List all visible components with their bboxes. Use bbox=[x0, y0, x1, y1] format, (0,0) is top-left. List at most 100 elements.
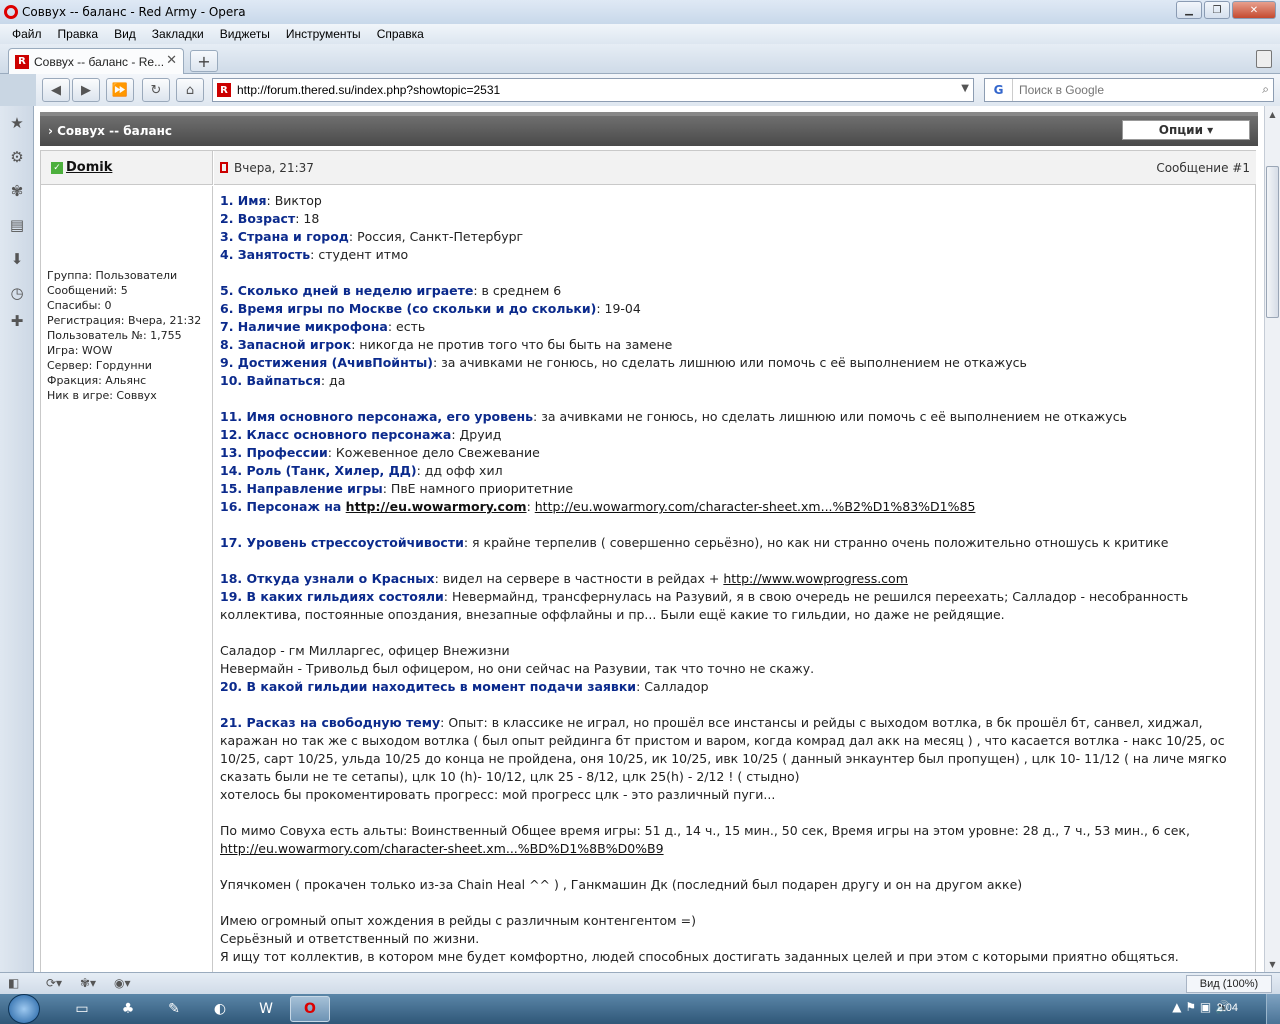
answer-line: 11. Имя основного персонажа, его уровень… bbox=[220, 409, 1127, 424]
search-input[interactable] bbox=[1019, 83, 1239, 97]
answer-line: 1. Имя: Виктор bbox=[220, 193, 322, 208]
unite-icon[interactable]: ✾ bbox=[8, 182, 26, 200]
zoom-control[interactable]: Вид (100%) bbox=[1186, 975, 1272, 993]
info-group: Группа: Пользователи bbox=[47, 269, 178, 282]
new-tab-button[interactable]: + bbox=[190, 50, 218, 72]
menu-file[interactable]: Файл bbox=[4, 27, 50, 41]
scroll-down-icon[interactable]: ▼ bbox=[1265, 956, 1280, 972]
menu-bookmarks[interactable]: Закладки bbox=[144, 27, 212, 41]
clock[interactable]: 2:04 bbox=[1217, 1002, 1238, 1014]
media-icon[interactable]: ◐ bbox=[200, 996, 240, 1022]
show-desktop-button[interactable] bbox=[1266, 994, 1280, 1024]
answer-line: 3. Страна и город: Россия, Санкт-Петербу… bbox=[220, 229, 524, 244]
search-icon[interactable]: ⌕ bbox=[1262, 82, 1269, 97]
app-icon[interactable]: ♣ bbox=[108, 996, 148, 1022]
side-panel: ★ ⚙ ✾ ▤ ⬇ ◷ ✚ bbox=[0, 106, 34, 972]
text-line: Невермайн - Тривольд был офицером, но он… bbox=[220, 661, 815, 676]
text-line: Саладор - гм Милларгес, офицер Внежизни bbox=[220, 643, 510, 658]
tool-icon[interactable]: ✎ bbox=[154, 996, 194, 1022]
menu-help[interactable]: Справка bbox=[369, 27, 432, 41]
answer-line: 18. Откуда узнали о Красных: видел на се… bbox=[220, 571, 908, 586]
start-button[interactable] bbox=[8, 994, 40, 1024]
status-bar: ◧ ⟳▾ ✾▾ ◉▾ Вид (100%) bbox=[0, 972, 1280, 994]
unite-status-icon[interactable]: ✾▾ bbox=[80, 976, 96, 990]
scroll-thumb[interactable] bbox=[1266, 166, 1279, 318]
character-sheet-link[interactable]: http://eu.wowarmory.com/character-sheet.… bbox=[535, 499, 976, 514]
answer-line: 14. Роль (Танк, Хилер, ДД): дд офф хил bbox=[220, 463, 503, 478]
address-url[interactable]: http://forum.thered.su/index.php?showtop… bbox=[237, 83, 500, 97]
answer-line: 15. Направление игры: ПвЕ намного приори… bbox=[220, 481, 574, 496]
trash-icon[interactable] bbox=[1256, 50, 1272, 68]
post-author-header: ✓ Domik bbox=[41, 151, 213, 185]
notes-icon[interactable]: ▤ bbox=[8, 216, 26, 234]
vertical-scrollbar[interactable]: ▲ ▼ bbox=[1264, 106, 1280, 972]
downloads-icon[interactable]: ⬇ bbox=[8, 250, 26, 268]
info-game: Игра: WOW bbox=[47, 344, 113, 357]
menu-view[interactable]: Вид bbox=[106, 27, 144, 41]
text-line: Имею огромный опыт хождения в рейды с ра… bbox=[220, 913, 696, 928]
answer-line: 19. В каких гильдиях состояли: Невермайн… bbox=[220, 589, 1189, 622]
forward-button[interactable]: ▶ bbox=[72, 78, 100, 102]
author-link[interactable]: Domik bbox=[66, 160, 112, 175]
search-box[interactable]: G ⌕ bbox=[984, 78, 1274, 102]
post-number[interactable]: Сообщение #1 bbox=[1156, 161, 1250, 175]
answer-line: 2. Возраст: 18 bbox=[220, 211, 320, 226]
menu-tools[interactable]: Инструменты bbox=[278, 27, 369, 41]
alt-character-link[interactable]: http://eu.wowarmory.com/character-sheet.… bbox=[220, 841, 664, 856]
armory-link[interactable]: http://eu.wowarmory.com bbox=[346, 499, 527, 514]
minimize-button[interactable]: ▁ bbox=[1176, 1, 1202, 19]
info-registered: Регистрация: Вчера, 21:32 bbox=[47, 314, 202, 327]
text-line: По мимо Совуха есть альты: Воинственный … bbox=[220, 823, 1190, 856]
text-line: Я ищу тот коллектив, в котором мне будет… bbox=[220, 949, 1179, 964]
back-button[interactable]: ◀ bbox=[42, 78, 70, 102]
bookmarks-icon[interactable]: ★ bbox=[8, 114, 26, 132]
answer-line: 16. Персонаж на http://eu.wowarmory.com:… bbox=[220, 499, 976, 514]
menu-bar: Файл Правка Вид Закладки Виджеты Инструм… bbox=[0, 24, 1280, 44]
panel-toggle-icon[interactable]: ◧ bbox=[8, 976, 19, 990]
text-line: Упячкомен ( прокачен только из-за Chain … bbox=[220, 877, 1023, 892]
turbo-icon[interactable]: ◉▾ bbox=[114, 976, 131, 990]
opera-logo-icon bbox=[4, 5, 18, 19]
wowprogress-link[interactable]: http://www.wowprogress.com bbox=[723, 571, 908, 586]
post-header: Вчера, 21:37 Сообщение #1 bbox=[214, 151, 1256, 185]
scroll-up-icon[interactable]: ▲ bbox=[1265, 106, 1280, 122]
opera-taskbar-icon[interactable]: O bbox=[290, 996, 330, 1022]
info-posts: Сообщений: 5 bbox=[47, 284, 128, 297]
options-button[interactable]: Опции ▾ bbox=[1122, 120, 1250, 140]
answer-line: 12. Класс основного персонажа: Друид bbox=[220, 427, 502, 442]
tab-bar: R Соввух -- баланс - Re... ✕ + bbox=[0, 44, 1280, 74]
home-button[interactable]: ⌂ bbox=[176, 78, 204, 102]
info-faction: Фракция: Альянс bbox=[47, 374, 147, 387]
history-icon[interactable]: ◷ bbox=[8, 284, 26, 302]
window-title: Соввух -- баланс - Red Army - Opera bbox=[22, 5, 246, 19]
menu-edit[interactable]: Правка bbox=[50, 27, 107, 41]
answer-line: 13. Профессии: Кожевенное дело Свежевани… bbox=[220, 445, 540, 460]
menu-widgets[interactable]: Виджеты bbox=[212, 27, 278, 41]
google-icon[interactable]: G bbox=[985, 79, 1013, 101]
chevron-down-icon[interactable]: ▼ bbox=[961, 83, 969, 94]
answer-line: 7. Наличие микрофона: есть bbox=[220, 319, 426, 334]
maximize-button[interactable]: ❐ bbox=[1204, 1, 1230, 19]
fast-forward-button[interactable]: ⏩ bbox=[106, 78, 134, 102]
add-panel-icon[interactable]: ✚ bbox=[8, 312, 26, 330]
tab-active[interactable]: R Соввух -- баланс - Re... ✕ bbox=[8, 48, 184, 74]
topic-header: › Соввух -- баланс Опции ▾ bbox=[40, 112, 1258, 146]
reload-button[interactable]: ↻ bbox=[142, 78, 170, 102]
wow-icon[interactable]: W bbox=[246, 996, 286, 1022]
tab-close-icon[interactable]: ✕ bbox=[166, 53, 177, 68]
address-favicon-icon: R bbox=[217, 83, 231, 97]
answer-line: 10. Вайпаться: да bbox=[220, 373, 346, 388]
answer-line: 9. Достижения (АчивПойнты): за ачивками … bbox=[220, 355, 1027, 370]
sync-icon[interactable]: ⟳▾ bbox=[46, 976, 62, 990]
info-server: Сервер: Гордунни bbox=[47, 359, 152, 372]
answer-line: 5. Сколько дней в неделю играете: в сред… bbox=[220, 283, 562, 298]
close-window-button[interactable]: ✕ bbox=[1232, 1, 1276, 19]
post: ✓ Domik Вчера, 21:37 Сообщение #1 Группа… bbox=[40, 150, 1256, 972]
answer-line: 20. В какой гильдии находитесь в момент … bbox=[220, 679, 709, 694]
info-thanks: Спасибы: 0 bbox=[47, 299, 112, 312]
post-icon bbox=[220, 162, 228, 173]
address-bar[interactable]: R http://forum.thered.su/index.php?showt… bbox=[212, 78, 974, 102]
widgets-icon[interactable]: ⚙ bbox=[8, 148, 26, 166]
explorer-icon[interactable]: ▭ bbox=[62, 996, 102, 1022]
author-info: Группа: Пользователи Сообщений: 5 Спасиб… bbox=[41, 186, 213, 972]
